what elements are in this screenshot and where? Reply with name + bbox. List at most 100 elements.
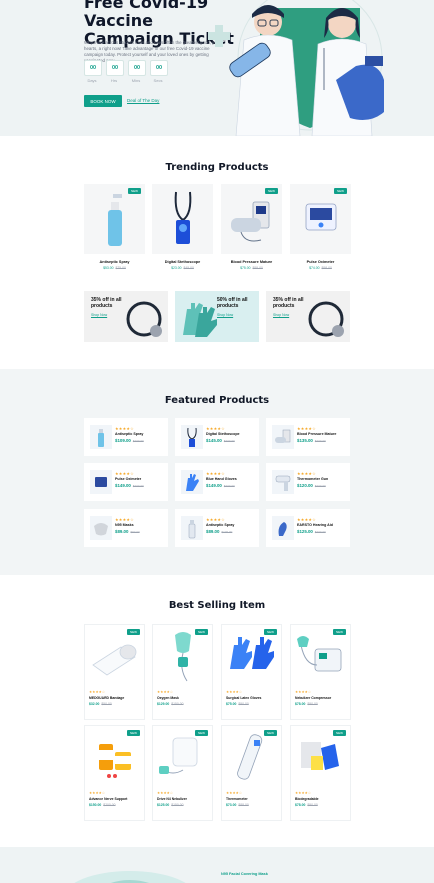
book-now-button[interactable]: BOOK NOW [84,95,122,107]
doctors-illustration [208,0,384,136]
deal-of-the-day-link[interactable]: Deal of The Day [127,98,159,103]
countdown-seconds: 00 Secs [150,60,168,83]
product-price: $53.00 $75.00 [84,266,145,270]
price-old: $50.00 [101,702,112,706]
shop-now-link[interactable]: Shop Now [273,313,289,317]
product-image [84,184,145,254]
new-badge: NEW [195,730,208,736]
new-badge: NEW [333,730,346,736]
price-old: $90.00 [130,530,140,534]
price-old: $90.00 [238,702,249,706]
countdown-label: Days [87,78,97,83]
shop-now-link[interactable]: Shop Now [91,313,107,317]
featured-product-card[interactable]: ★★★★☆ Antiseptic Spray $109.00 $200.00 [84,418,168,456]
countdown-value: 00 [106,60,124,76]
price-old: $88.00 [238,803,249,807]
featured-product-card[interactable]: ★★★★☆ N95 Masks $89.00 $90.00 [84,509,168,547]
promo-banner[interactable]: 50% off in all products Shop Now [175,291,259,342]
product-name: Pulse Oximeter [115,477,142,481]
product-card[interactable]: NEW ★★★★☆ MEDGUARD Bandage $32.00 $50.00 [84,624,145,720]
product-card[interactable]: Digital Stethoscope $23.00 $45.00 [152,184,213,273]
rating-stars: ★★★★☆ [295,791,312,795]
featured-product-card[interactable]: ★★★★☆ Thermometer Gun $120.00 $200.00 [266,463,350,501]
product-name: Biodegradable [295,797,319,801]
featured-product-card[interactable]: ★★★★☆ Digital Stethoscope $145.00 $200.00 [175,418,259,456]
product-price: $74.00 $98.00 [290,266,351,270]
price-current: $145.00 [206,438,222,443]
countdown-label: Secs [153,78,163,83]
product-card[interactable]: NEW Pulse Oximeter $74.00 $98.00 [290,184,351,273]
blood-pressure-monitor-icon [231,201,270,242]
price-current: $75.00 [240,266,251,270]
featured-product-card[interactable]: ★★★★☆ Blood Pressure Mature $135.00 $200.… [266,418,350,456]
hero-section: Free Covid-19 Vaccine Campaign Ticket Wh… [0,0,434,136]
product-price: $75.00 $95.00 [221,266,282,270]
price-old: $200.00 [314,484,326,488]
product-name: Blue Hand Gloves [206,477,237,481]
product-price: $75.00 $90.00 [226,702,249,706]
product-price: $23.00 $45.00 [152,266,213,270]
shop-now-link[interactable]: Shop Now [217,313,233,317]
product-price: $125.00 $150.00 [157,803,184,807]
best-selling-section: Best Selling Item NEW ★★★★☆ MEDGUARD Ban… [0,575,434,847]
price-old: $200.00 [132,439,144,443]
oximeter-icon [90,470,112,494]
promo-caption: N95 Facial Covering Mask [221,872,268,876]
rating-stars: ★★★★☆ [226,690,243,694]
product-card[interactable]: NEW ★★★★☆ Surgical Latex Gloves $75.00 $9… [221,624,282,720]
price-current: $125.00 [157,803,170,807]
rating-stars: ★★★★☆ [115,426,134,431]
product-price: $125.00 $200.00 [297,529,326,534]
rating-stars: ★★★★☆ [297,517,316,522]
product-card[interactable]: NEW ★★★★☆ Biodegradable $78.00 $90.00 [290,725,351,821]
promo-banner[interactable]: 35% off in all products Shop Now [84,291,168,342]
price-current: $149.00 [206,483,222,488]
price-current: $120.00 [297,483,313,488]
price-old: $200.00 [132,484,144,488]
rating-stars: ★★★★☆ [115,517,134,522]
featured-product-card[interactable]: ★★★★☆ Pulse Oximeter $149.00 $200.00 [84,463,168,501]
price-current: $149.00 [115,483,131,488]
rating-stars: ★★★★☆ [295,690,312,694]
rating-stars: ★★★★☆ [297,426,316,431]
price-current: $32.00 [89,702,100,706]
featured-products-section: Featured Products ★★★★☆ Antiseptic Spray… [0,369,434,575]
promo-banner[interactable]: 35% off in all products Shop Now [266,291,350,342]
product-card[interactable]: NEW ★★★★☆ Advance Nerve Support $150.00 $… [84,725,145,821]
price-old: $95.00 [252,266,263,270]
product-price: $78.00 $90.00 [295,702,318,706]
new-badge: NEW [265,188,278,194]
rating-stars: ★★★★☆ [115,471,134,476]
gloves-icon [183,303,217,337]
rating-stars: ★★★★☆ [157,791,174,795]
new-badge: NEW [333,629,346,635]
product-image [290,184,351,254]
product-name: Oxygen Mask [157,696,179,700]
rating-stars: ★★★★☆ [89,690,106,694]
product-name: Blood Pressure Mature [230,260,273,264]
featured-product-card[interactable]: ★★★★☆ Antiseptic Spray $89.00 $100.00 [175,509,259,547]
rating-stars: ★★★★☆ [206,517,225,522]
price-old: $150.00 [171,702,184,706]
stethoscope-icon [174,191,192,244]
oximeter-icon [305,203,337,231]
product-price: $129.00 $150.00 [157,702,184,706]
product-card[interactable]: NEW Antiseptic Spray $53.00 $75.00 [84,184,145,273]
product-card[interactable]: NEW ★★★★☆ Drive N4 Nebulizer $125.00 $150… [152,725,213,821]
countdown-value: 00 [150,60,168,76]
price-old: $200.00 [314,439,326,443]
countdown-label: Hrs [110,78,118,83]
price-current: $23.00 [171,266,182,270]
product-name: N95 Masks [115,523,134,527]
price-current: $74.00 [309,266,320,270]
product-card[interactable]: NEW Blood Pressure Mature $75.00 $95.00 [221,184,282,273]
product-card[interactable]: NEW ★★★★☆ Nebulizer Compressor $78.00 $90… [290,624,351,720]
product-name: Blood Pressure Mature [297,432,337,436]
countdown-value: 00 [128,60,146,76]
product-card[interactable]: NEW ★★★★☆ Thermometer $73.00 $88.00 [221,725,282,821]
featured-product-card[interactable]: ★★★★☆ EARSTO Hearing Aid $125.00 $200.00 [266,509,350,547]
product-price: $120.00 $200.00 [297,483,326,488]
product-price: $145.00 $200.00 [206,438,235,443]
product-card[interactable]: NEW ★★★★☆ Oxygen Mask $129.00 $150.00 [152,624,213,720]
featured-product-card[interactable]: ★★★★☆ Blue Hand Gloves $149.00 $200.00 [175,463,259,501]
